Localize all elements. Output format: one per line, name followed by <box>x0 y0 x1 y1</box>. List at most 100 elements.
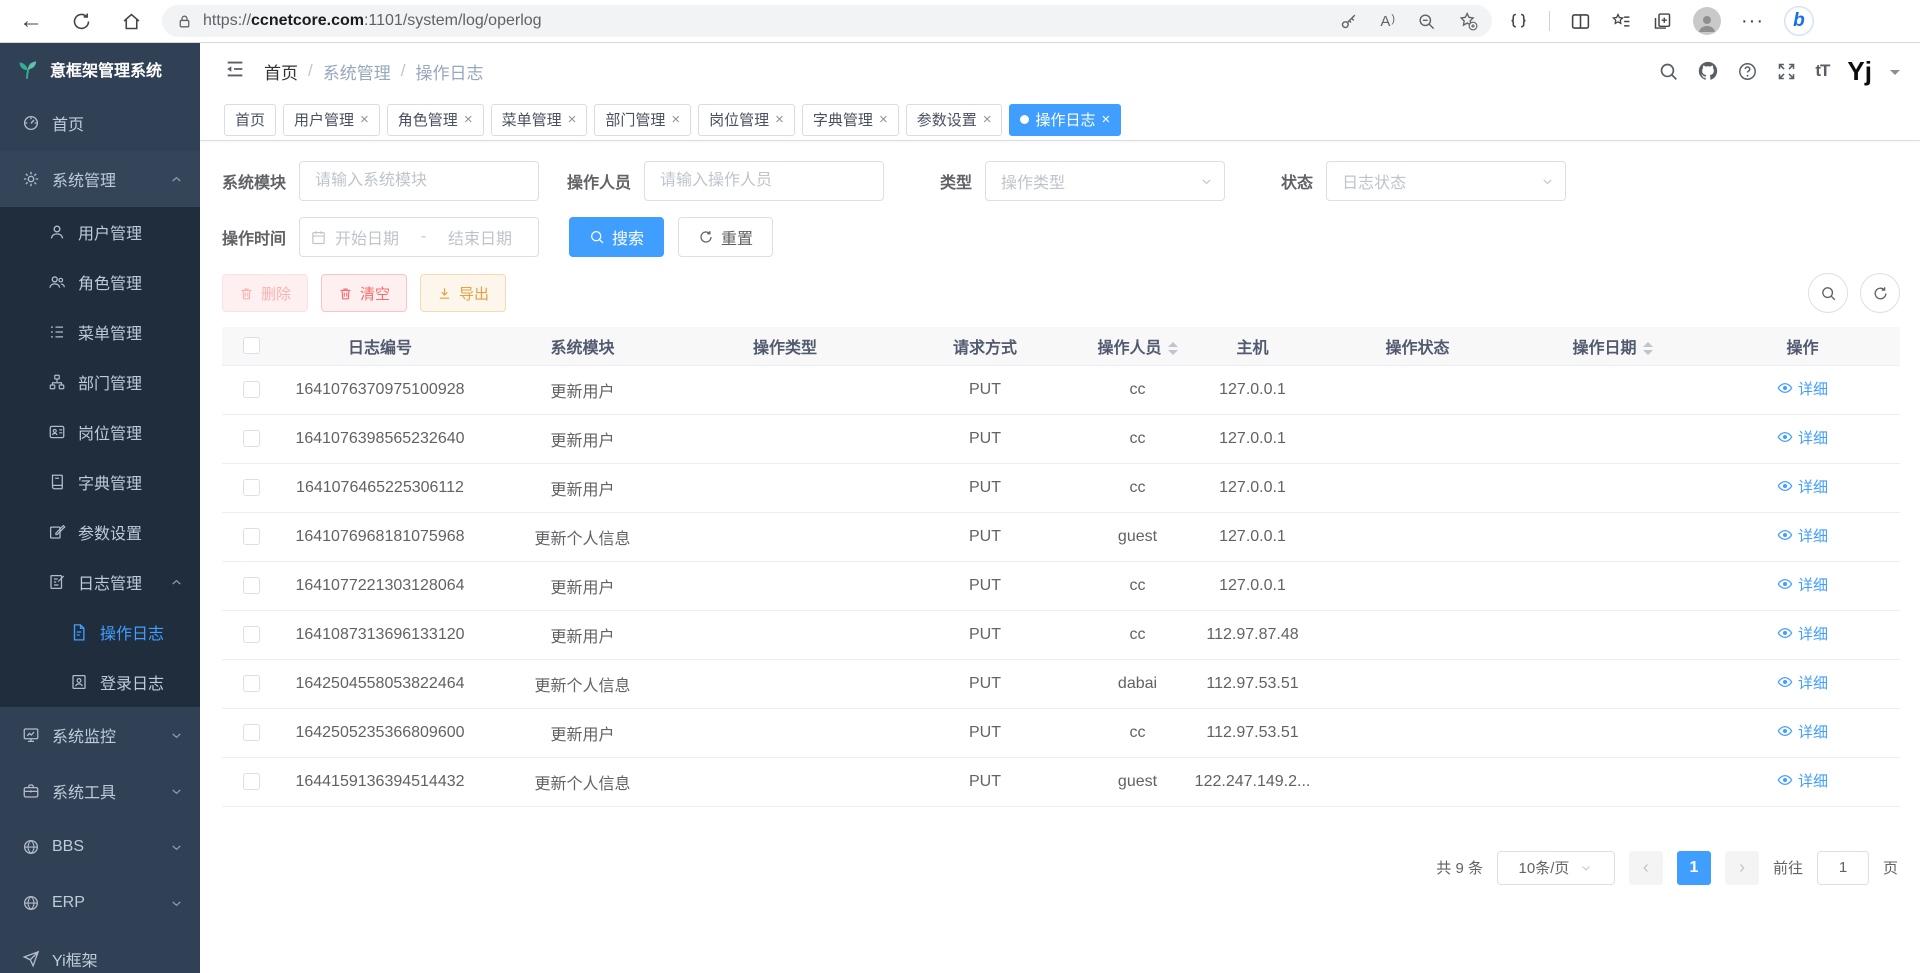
detail-link[interactable]: 详细 <box>1777 427 1828 448</box>
reset-button[interactable]: 重置 <box>678 217 773 257</box>
sidebar-item-monitor[interactable]: 系统监控 <box>0 707 200 763</box>
breadcrumb-system[interactable]: 系统管理 <box>323 59 391 84</box>
tab-param-settings[interactable]: 参数设置× <box>906 104 1003 136</box>
sidebar-item-system[interactable]: 系统管理 <box>0 151 200 207</box>
sidebar-item-param-settings[interactable]: 参数设置 <box>0 507 200 557</box>
prev-page-button[interactable] <box>1629 851 1663 885</box>
row-checkbox[interactable] <box>243 528 260 545</box>
sidebar-item-menu-mgmt[interactable]: 菜单管理 <box>0 307 200 357</box>
detail-link[interactable]: 详细 <box>1777 721 1828 742</box>
clear-button[interactable]: 清空 <box>321 274 407 312</box>
read-aloud-icon[interactable]: A) <box>1380 13 1395 30</box>
goto-page-input[interactable] <box>1817 851 1869 885</box>
tab-menu-mgmt[interactable]: 菜单管理× <box>491 104 588 136</box>
close-icon[interactable]: × <box>775 112 784 127</box>
detail-link[interactable]: 详细 <box>1777 623 1828 644</box>
row-checkbox[interactable] <box>243 773 260 790</box>
export-button[interactable]: 导出 <box>420 274 506 312</box>
browser-back-button[interactable]: ← <box>14 4 48 38</box>
date-range-picker[interactable]: 开始日期 - 结束日期 <box>299 217 539 257</box>
sidebar-item-oper-log[interactable]: 操作日志 <box>0 607 200 657</box>
tab-role-mgmt[interactable]: 角色管理× <box>387 104 484 136</box>
detail-link[interactable]: 详细 <box>1777 525 1828 546</box>
detail-link[interactable]: 详细 <box>1777 378 1828 399</box>
col-date[interactable]: 操作日期 <box>1520 327 1705 365</box>
tab-oper-log[interactable]: 操作日志× <box>1009 104 1121 136</box>
close-icon[interactable]: × <box>671 112 680 127</box>
header-search-icon[interactable] <box>1658 61 1679 82</box>
sort-caret-icon[interactable] <box>1168 342 1178 355</box>
close-icon[interactable]: × <box>879 112 888 127</box>
search-button[interactable]: 搜索 <box>569 217 664 257</box>
copilot-icon[interactable]: b <box>1784 6 1814 36</box>
tab-home[interactable]: 首页 <box>224 104 276 136</box>
sidebar-item-bbs[interactable]: BBS <box>0 819 200 875</box>
browser-profile-avatar[interactable] <box>1693 7 1721 35</box>
extensions-icon[interactable] <box>1508 11 1529 32</box>
app-logo[interactable]: 意框架管理系统 <box>0 43 200 95</box>
sidebar-item-erp[interactable]: ERP <box>0 875 200 931</box>
close-icon[interactable]: × <box>983 112 992 127</box>
status-select[interactable]: 日志状态 <box>1326 161 1566 201</box>
tab-dict-mgmt[interactable]: 字典管理× <box>802 104 899 136</box>
tab-dept-mgmt[interactable]: 部门管理× <box>594 104 691 136</box>
toggle-search-button[interactable] <box>1808 273 1848 313</box>
github-icon[interactable] <box>1697 60 1719 82</box>
row-checkbox[interactable] <box>243 675 260 692</box>
sidebar-item-tools[interactable]: 系统工具 <box>0 763 200 819</box>
col-operator[interactable]: 操作人员 <box>1085 327 1190 365</box>
add-favorite-icon[interactable] <box>1458 11 1478 31</box>
sidebar-fold-icon[interactable] <box>224 58 246 85</box>
fullscreen-icon[interactable] <box>1776 61 1797 82</box>
page-number-1[interactable]: 1 <box>1677 851 1711 885</box>
detail-link[interactable]: 详细 <box>1777 476 1828 497</box>
delete-button[interactable]: 删除 <box>222 274 308 312</box>
next-page-button[interactable] <box>1725 851 1759 885</box>
split-screen-icon[interactable] <box>1570 11 1591 32</box>
refresh-table-button[interactable] <box>1860 273 1900 313</box>
row-checkbox[interactable] <box>243 479 260 496</box>
row-checkbox[interactable] <box>243 724 260 741</box>
sidebar-item-dict-mgmt[interactable]: 字典管理 <box>0 457 200 507</box>
password-key-icon[interactable] <box>1339 12 1358 31</box>
text-size-icon[interactable]: tT <box>1815 61 1829 81</box>
browser-home-button[interactable] <box>114 4 148 38</box>
address-bar[interactable]: https://ccnetcore.com:1101/system/log/op… <box>162 5 1492 37</box>
row-checkbox[interactable] <box>243 381 260 398</box>
sidebar-item-dept-mgmt[interactable]: 部门管理 <box>0 357 200 407</box>
row-checkbox[interactable] <box>243 430 260 447</box>
sidebar-item-home[interactable]: 首页 <box>0 95 200 151</box>
close-icon[interactable]: × <box>360 112 369 127</box>
close-icon[interactable]: × <box>1102 112 1111 127</box>
tab-user-mgmt[interactable]: 用户管理× <box>283 104 380 136</box>
page-size-select[interactable]: 10条/页 <box>1497 851 1615 885</box>
detail-link[interactable]: 详细 <box>1777 672 1828 693</box>
breadcrumb-home[interactable]: 首页 <box>264 59 298 84</box>
tab-post-mgmt[interactable]: 岗位管理× <box>698 104 795 136</box>
detail-link[interactable]: 详细 <box>1777 770 1828 791</box>
row-checkbox[interactable] <box>243 577 260 594</box>
browser-refresh-button[interactable] <box>64 4 98 38</box>
detail-link[interactable]: 详细 <box>1777 574 1828 595</box>
favorites-icon[interactable] <box>1611 11 1632 32</box>
sidebar-item-post-mgmt[interactable]: 岗位管理 <box>0 407 200 457</box>
sort-caret-icon[interactable] <box>1643 342 1653 355</box>
module-input[interactable] <box>299 161 539 201</box>
avatar-caret-icon[interactable] <box>1890 70 1900 80</box>
user-avatar[interactable]: Yj <box>1847 56 1872 87</box>
zoom-out-icon[interactable] <box>1417 12 1436 31</box>
type-select[interactable]: 操作类型 <box>985 161 1225 201</box>
row-checkbox[interactable] <box>243 626 260 643</box>
close-icon[interactable]: × <box>568 112 577 127</box>
sidebar-item-yi-framework[interactable]: Yi框架 <box>0 931 200 973</box>
browser-menu-icon[interactable]: ··· <box>1741 10 1764 33</box>
sidebar-item-login-log[interactable]: 登录日志 <box>0 657 200 707</box>
sidebar-item-user-mgmt[interactable]: 用户管理 <box>0 207 200 257</box>
sidebar-item-role-mgmt[interactable]: 角色管理 <box>0 257 200 307</box>
close-icon[interactable]: × <box>464 112 473 127</box>
help-icon[interactable] <box>1737 61 1758 82</box>
select-all-checkbox[interactable] <box>243 337 260 354</box>
operator-input[interactable] <box>644 161 884 201</box>
collections-icon[interactable] <box>1652 11 1673 32</box>
sidebar-item-log-mgmt[interactable]: 日志管理 <box>0 557 200 607</box>
